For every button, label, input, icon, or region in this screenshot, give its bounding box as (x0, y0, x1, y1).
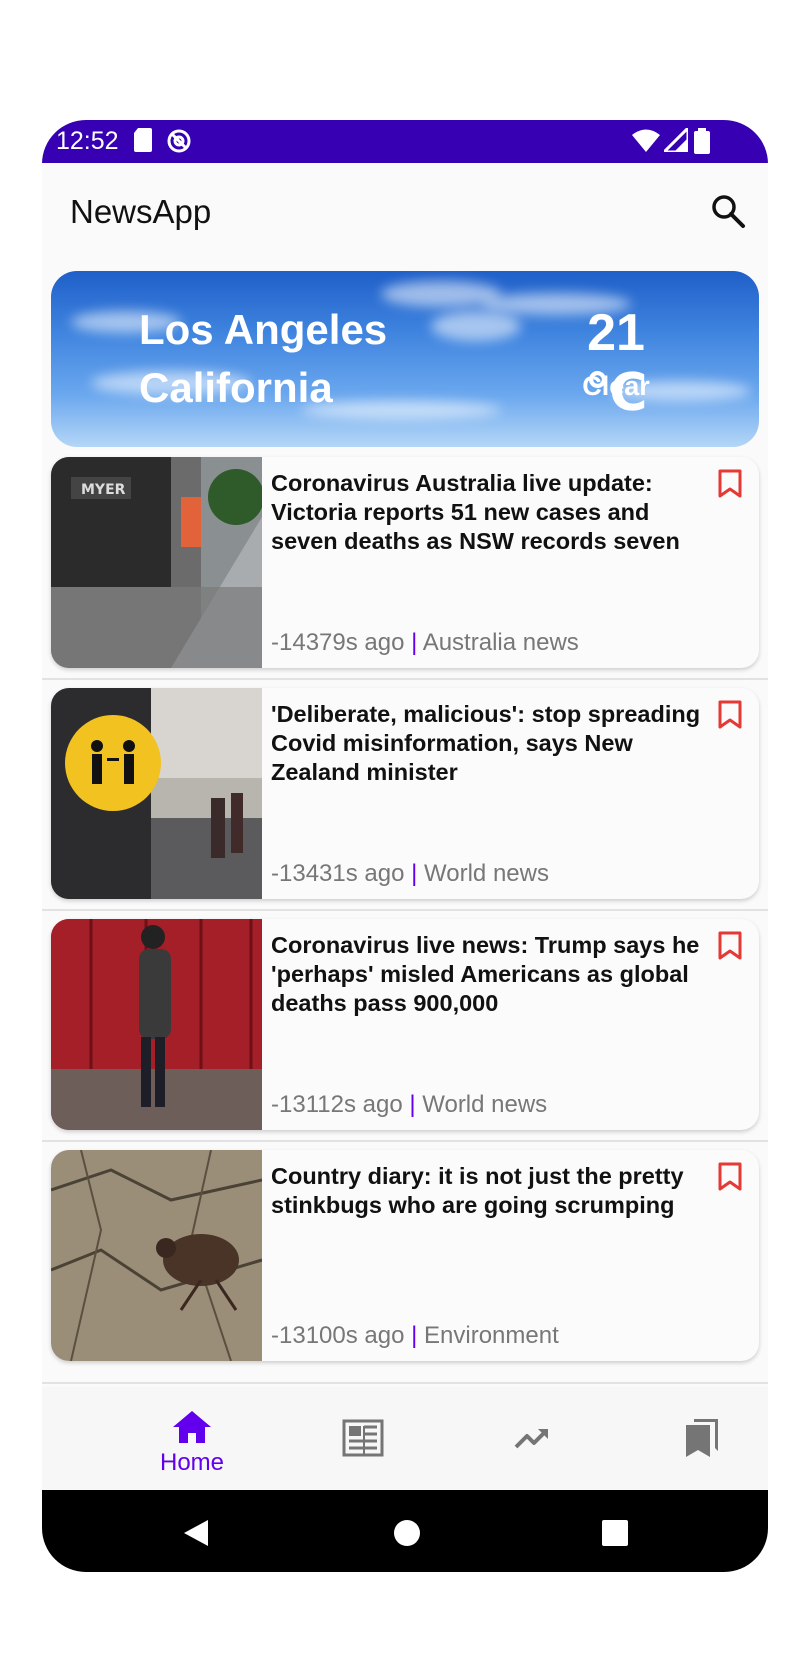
news-card[interactable]: 'Deliberate, malicious': stop spreading … (51, 688, 759, 899)
article-headline: 'Deliberate, malicious': stop spreading … (271, 701, 701, 785)
weather-city: Los Angeles (139, 306, 388, 353)
weather-condition: Clear (582, 371, 650, 401)
article-meta: -13100s ago | Environment (271, 1322, 559, 1350)
phone-screen: 12:52 NewsApp Los Angeles California 21 … (42, 120, 768, 1572)
newspaper-icon (342, 1419, 384, 1457)
article-section: World news (424, 860, 549, 887)
nav-item-headlines[interactable] (278, 1387, 448, 1490)
search-icon[interactable] (710, 193, 746, 229)
article-time: -14379s ago (271, 629, 405, 656)
article-section: Environment (424, 1322, 559, 1349)
divider (42, 909, 768, 911)
weather-temperature: 21 ℃ (584, 304, 648, 422)
back-icon[interactable] (182, 1518, 210, 1548)
trending-icon (514, 1429, 548, 1449)
article-thumbnail (51, 688, 262, 899)
article-headline: Coronavirus live news: Trump says he 'pe… (271, 932, 700, 1016)
divider (42, 1140, 768, 1142)
article-time: -13100s ago (271, 1322, 405, 1349)
bottom-navigation: Home (42, 1387, 768, 1490)
meta-separator: | (411, 629, 418, 656)
divider (42, 1382, 768, 1384)
system-navigation-bar (42, 1490, 768, 1572)
article-thumbnail: MYER (51, 457, 262, 668)
sync-icon (167, 129, 191, 153)
divider (42, 678, 768, 680)
bookmarks-icon (686, 1419, 718, 1457)
news-card[interactable]: Coronavirus live news: Trump says he 'pe… (51, 919, 759, 1130)
news-card[interactable]: Country diary: it is not just the pretty… (51, 1150, 759, 1361)
bookmark-icon[interactable] (717, 931, 743, 961)
article-section: Australia news (422, 629, 579, 656)
bookmark-icon[interactable] (717, 700, 743, 730)
article-thumbnail (51, 919, 262, 1130)
meta-separator: | (409, 1091, 416, 1118)
article-headline: Coronavirus Australia live update: Victo… (271, 470, 680, 554)
weather-location: Los Angeles California (139, 301, 387, 417)
app-bar: NewsApp (42, 163, 768, 261)
home-system-icon[interactable] (393, 1519, 421, 1547)
app-title: NewsApp (70, 193, 212, 230)
article-meta: -14379s ago | Australia news (271, 629, 579, 657)
status-time: 12:52 (56, 127, 119, 155)
bookmark-icon[interactable] (717, 1162, 743, 1192)
wifi-icon (632, 129, 660, 152)
article-section: World news (422, 1091, 548, 1118)
meta-separator: | (411, 860, 418, 887)
weather-region: California (139, 364, 333, 411)
home-icon (173, 1411, 211, 1443)
article-headline: Country diary: it is not just the pretty… (271, 1163, 684, 1218)
svg-text:MYER: MYER (81, 482, 126, 498)
nav-item-trending[interactable] (448, 1387, 618, 1490)
recents-icon[interactable] (602, 1520, 628, 1546)
article-time: -13112s ago (271, 1091, 403, 1118)
article-thumbnail (51, 1150, 262, 1361)
nav-item-saved[interactable] (618, 1387, 768, 1490)
bookmark-icon[interactable] (717, 469, 743, 499)
nav-label-home: Home (159, 1449, 225, 1476)
news-card[interactable]: MYER Coronavirus Australia live update: … (51, 457, 759, 668)
nav-item-home[interactable]: Home (107, 1387, 277, 1490)
status-bar: 12:52 (42, 120, 768, 163)
weather-card[interactable]: Los Angeles California 21 ℃ Clear (51, 271, 759, 447)
battery-icon (694, 128, 710, 154)
article-meta: -13112s ago | World news (271, 1091, 547, 1119)
sd-card-icon (134, 128, 152, 152)
meta-separator: | (411, 1322, 418, 1349)
article-time: -13431s ago (271, 860, 405, 887)
article-meta: -13431s ago | World news (271, 860, 549, 888)
signal-icon (664, 128, 688, 152)
